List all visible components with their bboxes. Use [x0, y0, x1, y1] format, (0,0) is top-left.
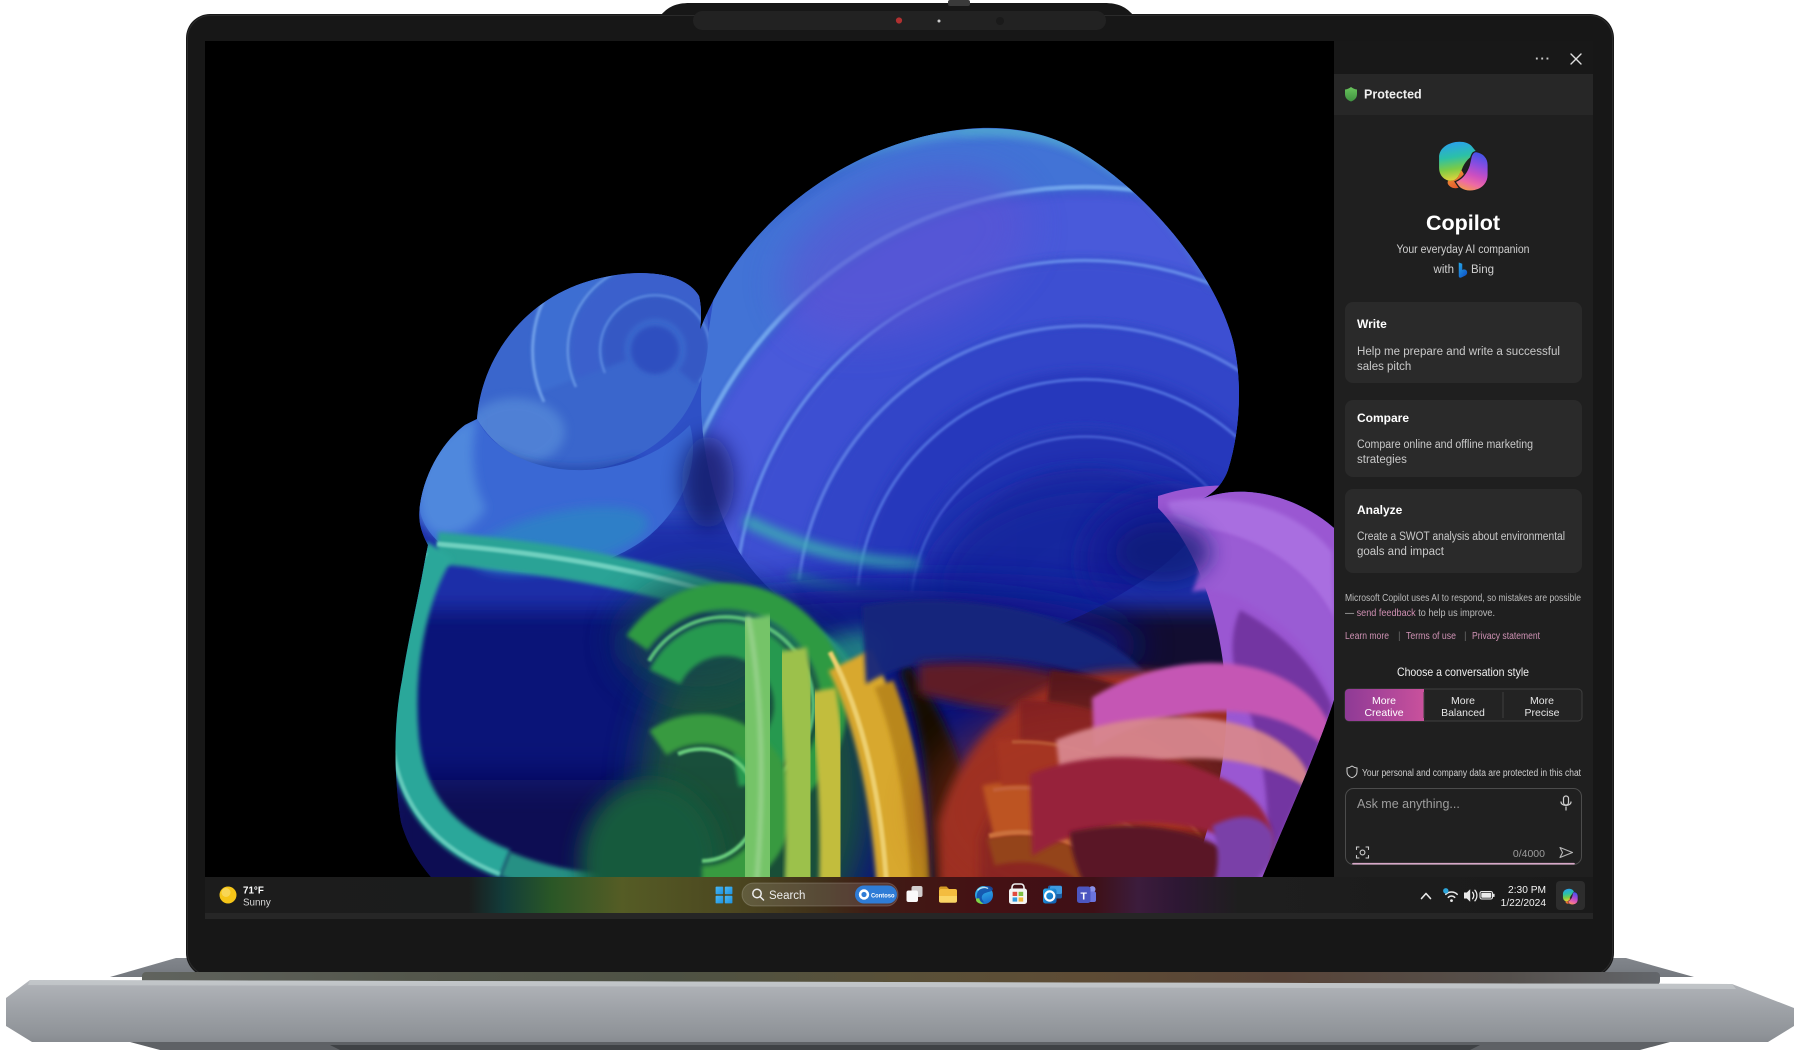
svg-text:Precise: Precise [1524, 707, 1559, 719]
svg-text:Sunny: Sunny [243, 898, 271, 909]
svg-text:Your everyday AI companion: Your everyday AI companion [1397, 244, 1530, 256]
svg-text:Learn more: Learn more [1345, 631, 1389, 642]
svg-text:Compare: Compare [1357, 411, 1409, 425]
svg-text:goals and impact: goals and impact [1357, 546, 1445, 558]
svg-text:Contoso: Contoso [871, 893, 895, 900]
svg-text:— send feedback to help us imp: — send feedback to help us improve. [1345, 608, 1495, 619]
svg-text:···: ··· [1535, 51, 1551, 66]
svg-text:71°F: 71°F [243, 886, 264, 897]
svg-text:More: More [1530, 695, 1554, 707]
svg-text:Balanced: Balanced [1441, 707, 1485, 719]
svg-text:sales pitch: sales pitch [1357, 361, 1411, 373]
svg-text:Compare online and offline mar: Compare online and offline marketing [1357, 439, 1533, 451]
svg-text:Analyze: Analyze [1357, 503, 1403, 517]
svg-text:Microsoft Copilot uses AI to r: Microsoft Copilot uses AI to respond, so… [1345, 593, 1581, 604]
svg-text:Create a SWOT analysis about e: Create a SWOT analysis about environment… [1357, 531, 1565, 543]
svg-text:with: with [1433, 264, 1454, 276]
svg-text:Bing: Bing [1471, 264, 1494, 276]
svg-text:Protected: Protected [1364, 88, 1422, 102]
svg-text:Creative: Creative [1364, 707, 1403, 719]
svg-text:|: | [1398, 631, 1401, 642]
svg-text:Copilot: Copilot [1426, 211, 1500, 235]
svg-text:More: More [1372, 695, 1396, 707]
svg-text:2:30 PM: 2:30 PM [1508, 885, 1546, 896]
svg-text:Help me prepare and write a su: Help me prepare and write a successful [1357, 346, 1560, 358]
svg-text:T: T [1080, 891, 1087, 903]
svg-text:Terms of use: Terms of use [1406, 631, 1456, 642]
svg-text:Search: Search [769, 890, 805, 902]
svg-text:1/22/2024: 1/22/2024 [1501, 898, 1547, 909]
svg-text:strategies: strategies [1357, 454, 1407, 466]
svg-text:Choose a conversation style: Choose a conversation style [1397, 665, 1529, 679]
svg-text:Your personal and company data: Your personal and company data are prote… [1362, 768, 1581, 779]
svg-text:Privacy statement: Privacy statement [1472, 631, 1540, 642]
svg-text:|: | [1464, 631, 1467, 642]
svg-text:0/4000: 0/4000 [1513, 848, 1545, 860]
svg-text:More: More [1451, 695, 1475, 707]
svg-text:Write: Write [1357, 317, 1387, 331]
svg-text:Ask me anything...: Ask me anything... [1357, 797, 1460, 811]
